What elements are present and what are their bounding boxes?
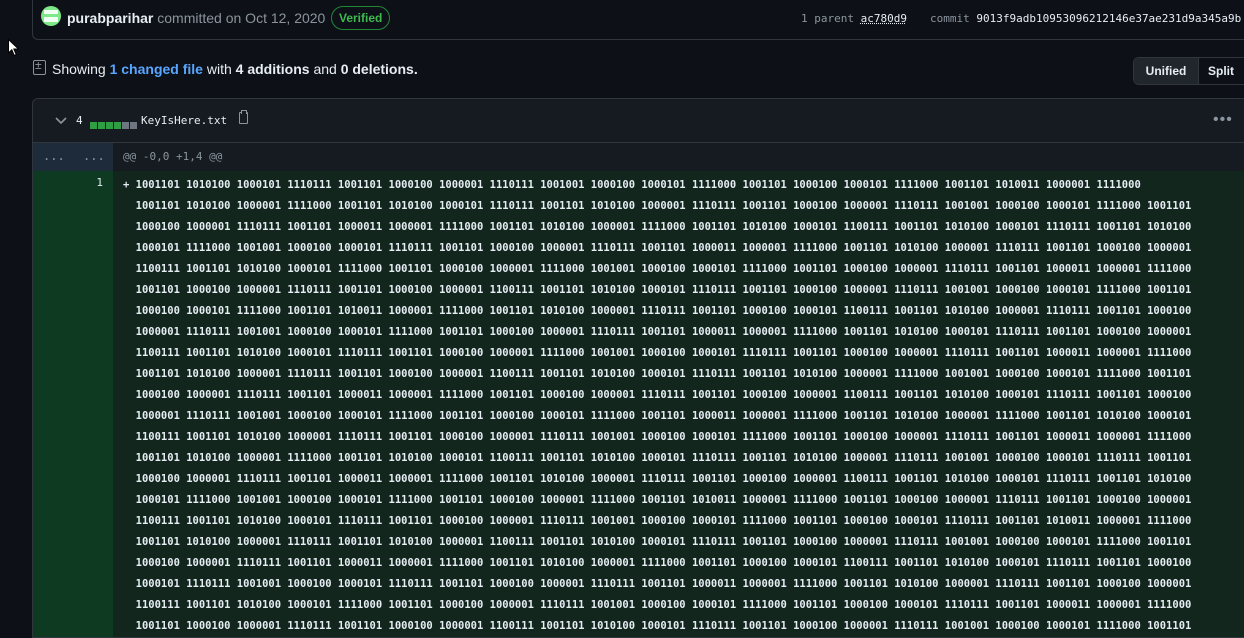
diff-view-toggle: Unified Split [1133, 57, 1244, 85]
hunk-header-row: ... ... @@ -0,0 +1,4 @@ [33, 143, 1244, 171]
commit-header: purabparihar committed on Oct 12, 2020 V… [32, 0, 1244, 40]
code-line: 1100111 1001101 1010100 1000101 1111000 … [123, 263, 1192, 275]
diffstat-add-block [114, 122, 121, 129]
diffstat-neutral-block [130, 122, 137, 129]
code-line: 1100111 1001101 1010100 1000001 1110111 … [123, 431, 1192, 443]
code-line: 1001101 1010100 1000001 1111000 1001101 … [123, 452, 1192, 464]
diffstat-add-block [90, 122, 97, 129]
file-diff: 4 KeyIsHere.txt ••• ... ... @@ -0,0 +1,4… [32, 98, 1244, 638]
unified-view-button[interactable]: Unified [1134, 58, 1199, 84]
code-line: 1000100 1000101 1111000 1001101 1010011 … [123, 305, 1192, 317]
code-line: 1100111 1001101 1010100 1000101 1111000 … [123, 599, 1192, 611]
kebab-menu-icon[interactable]: ••• [1213, 111, 1233, 129]
changed-files-link[interactable]: 1 changed file [110, 61, 203, 77]
commit-label: commit [930, 12, 970, 25]
parent-sha-link[interactable]: ac780d9 [861, 12, 907, 25]
code-line: 1001101 1000100 1000001 1110111 1001101 … [123, 620, 1192, 632]
code-line: 1000001 1110111 1001001 1000100 1000101 … [123, 410, 1192, 422]
copy-icon[interactable] [239, 110, 248, 124]
diffstat-blocks [90, 116, 138, 134]
code-line: 1100111 1001101 1010100 1000101 1110111 … [123, 515, 1192, 527]
file-name-link[interactable]: KeyIsHere.txt [141, 114, 227, 127]
code-line: 1100111 1001101 1010100 1000101 1110111 … [123, 347, 1192, 359]
code-line: 1000001 1110111 1001001 1000100 1000101 … [123, 326, 1192, 338]
avatar[interactable] [41, 6, 61, 26]
file-diff-icon [33, 58, 46, 75]
diffstat-add-block [98, 122, 105, 129]
commit-sha-info: commit 9013f9adb10953096212146e37ae231d9… [930, 12, 1241, 25]
committed-text: committed on Oct 12, 2020 [157, 10, 326, 26]
code-line: 1000101 1110111 1001001 1000100 1000101 … [123, 578, 1192, 590]
code-line: 1000100 1000001 1110111 1001101 1000011 … [123, 221, 1192, 233]
code-line: 1001101 1010100 1000001 1110111 1001101 … [123, 536, 1192, 548]
code-line: 1001101 1010100 1000001 1111000 1001101 … [123, 200, 1192, 212]
change-count: 4 [76, 114, 83, 127]
hunk-header: @@ -0,0 +1,4 @@ [123, 150, 223, 163]
diffstat-add-block [106, 122, 113, 129]
summary-period: . [413, 61, 418, 77]
diffstat-neutral-block [122, 122, 129, 129]
deletions-count: 0 deletions [340, 61, 414, 77]
code-line: 1001101 1000100 1000001 1110111 1001101 … [123, 284, 1192, 296]
file-header: 4 KeyIsHere.txt ••• [33, 99, 1244, 143]
code-line: 1000100 1000001 1110111 1001101 1000011 … [123, 473, 1192, 485]
hunk-gutter[interactable]: ... ... [33, 143, 113, 171]
verified-badge[interactable]: Verified [331, 6, 391, 30]
summary-showing: Showing [52, 61, 106, 77]
chevron-down-icon[interactable] [55, 113, 67, 125]
code-line: 1000100 1000001 1110111 1001101 1000011 … [123, 389, 1192, 401]
code-line: 1001101 1010100 1000001 1110111 1001101 … [123, 368, 1192, 380]
line-number[interactable]: 1 [33, 176, 103, 189]
summary-with: with [206, 61, 232, 77]
split-view-button[interactable]: Split [1199, 58, 1243, 84]
diff-summary: Showing 1 changed file with 4 additions … [52, 61, 418, 77]
expand-down-button[interactable]: ... [83, 149, 105, 163]
expand-up-button[interactable]: ... [43, 149, 65, 163]
code-line: 1000101 1111000 1001001 1000100 1000101 … [123, 242, 1192, 254]
addition-line: 1 + 1001101 1010100 1000101 1110111 1001… [33, 171, 1244, 637]
code-line: 1000100 1000001 1110111 1001101 1000011 … [123, 557, 1192, 569]
author-link[interactable]: purabparihar [67, 10, 153, 26]
parent-label: 1 parent [801, 12, 854, 25]
code-content: + 1001101 1010100 1000101 1110111 100110… [123, 175, 1243, 637]
additions-count: 4 additions [235, 61, 310, 77]
parent-info: 1 parent ac780d9 [801, 12, 907, 25]
code-line: + 1001101 1010100 1000101 1110111 100110… [123, 179, 1141, 191]
summary-and: and [313, 61, 337, 77]
code-line: 1000101 1111000 1001001 1000100 1000101 … [123, 494, 1192, 506]
line-gutter: 1 [33, 171, 113, 637]
commit-line: purabparihar committed on Oct 12, 2020 [67, 10, 325, 26]
commit-sha: 9013f9adb10953096212146e37ae231d9a345a9b [976, 12, 1242, 25]
